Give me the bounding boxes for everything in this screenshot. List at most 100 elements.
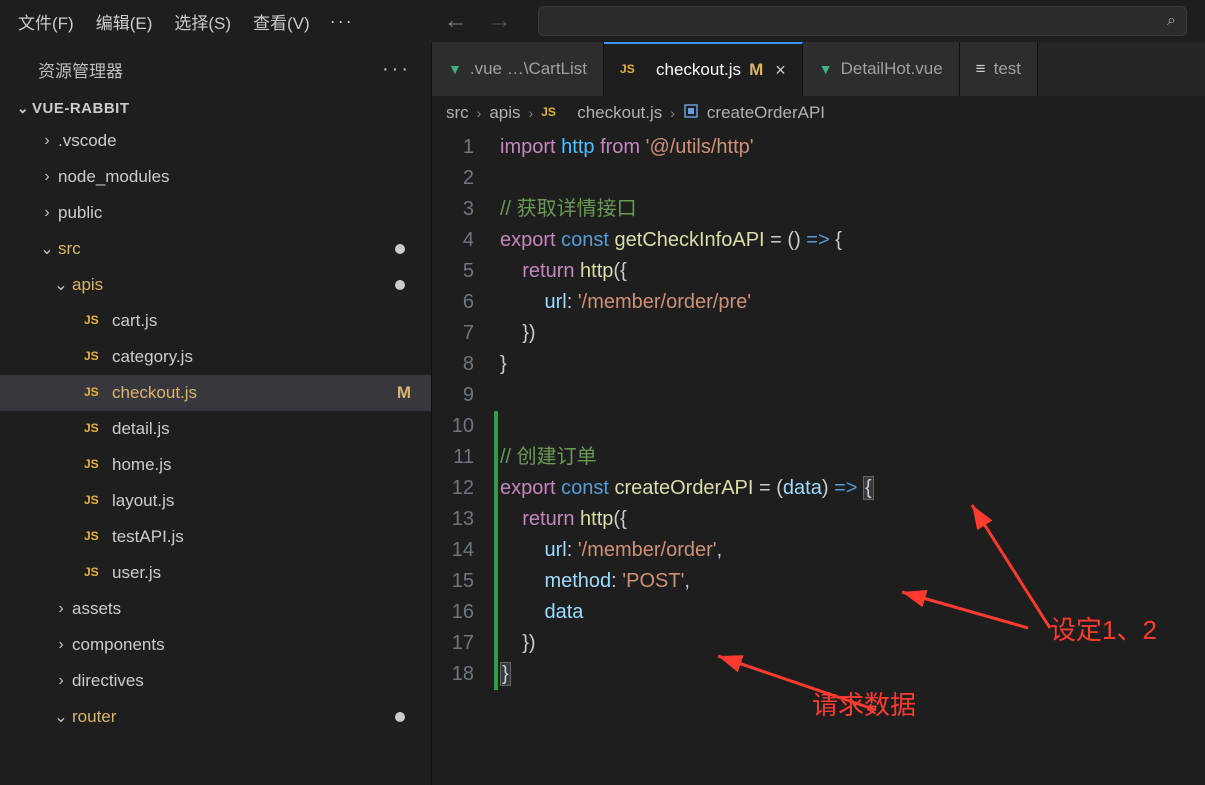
search-bar[interactable]: ⌕ — [538, 6, 1187, 36]
breadcrumb-part: apis — [489, 103, 520, 123]
file-item[interactable]: JS cart.js — [0, 303, 431, 339]
file-item[interactable]: JS category.js — [0, 339, 431, 375]
symbol-function-icon — [683, 103, 699, 124]
vue-file-icon: ▼ — [819, 61, 833, 77]
folder-item[interactable]: ›assets — [0, 591, 431, 627]
folder-label: components — [72, 635, 165, 655]
list-icon: ≡ — [976, 59, 986, 79]
folder-label: .vscode — [58, 131, 117, 151]
folder-label: assets — [72, 599, 121, 619]
editor-area: ▼ .vue …\CartList JS checkout.js M × ▼ Detail… — [432, 42, 1205, 785]
menu-view[interactable]: 查看(V) — [243, 5, 320, 38]
chevron-icon: › — [36, 204, 58, 222]
editor-tab[interactable]: JS checkout.js M × — [604, 42, 803, 96]
folder-label: apis — [72, 275, 103, 295]
sidebar-actions-icon[interactable]: ··· — [382, 58, 411, 81]
nav-back-icon[interactable]: ← — [444, 7, 468, 35]
js-file-icon: JS — [84, 385, 106, 401]
project-name: VUE-RABBIT — [32, 100, 130, 117]
file-label: user.js — [112, 563, 161, 583]
chevron-right-icon: › — [670, 105, 675, 121]
breadcrumb[interactable]: src › apis › JS checkout.js › createOrde… — [432, 96, 1205, 130]
file-item[interactable]: JS testAPI.js — [0, 519, 431, 555]
folder-label: src — [58, 239, 81, 259]
folder-item[interactable]: ›directives — [0, 663, 431, 699]
vue-file-icon: ▼ — [448, 61, 462, 77]
folder-item[interactable]: ›.vscode — [0, 123, 431, 159]
file-item[interactable]: JS user.js — [0, 555, 431, 591]
file-label: cart.js — [112, 311, 157, 331]
folder-item[interactable]: ⌄apis — [0, 267, 431, 303]
nav-forward-icon[interactable]: → — [488, 7, 512, 35]
folder-label: directives — [72, 671, 144, 691]
editor-tab[interactable]: ≡ test — [960, 42, 1038, 96]
js-file-icon: JS — [84, 349, 106, 365]
file-item[interactable]: JS home.js — [0, 447, 431, 483]
sidebar-title: 资源管理器 — [38, 57, 123, 82]
file-label: checkout.js — [112, 383, 197, 403]
breadcrumb-symbol: createOrderAPI — [707, 103, 825, 123]
menu-more[interactable]: ··· — [322, 7, 362, 36]
editor-tab[interactable]: ▼ .vue …\CartList — [432, 42, 604, 96]
code-editor[interactable]: 123456789101112131415161718 import http … — [432, 130, 1205, 785]
modified-badge: M — [397, 383, 411, 403]
folder-item[interactable]: ›components — [0, 627, 431, 663]
folder-item[interactable]: ›public — [0, 195, 431, 231]
chevron-icon: ⌄ — [36, 239, 58, 259]
chevron-icon: › — [36, 132, 58, 150]
folder-item[interactable]: ⌄src — [0, 231, 431, 267]
menubar: 文件(F) 编辑(E) 选择(S) 查看(V) ··· ← → ⌕ — [0, 0, 1205, 42]
file-label: detail.js — [112, 419, 170, 439]
tab-label: test — [994, 59, 1021, 79]
chevron-icon: › — [36, 168, 58, 186]
folder-label: node_modules — [58, 167, 170, 187]
file-label: layout.js — [112, 491, 174, 511]
file-label: testAPI.js — [112, 527, 184, 547]
editor-tab[interactable]: ▼ DetailHot.vue — [803, 42, 960, 96]
folder-label: public — [58, 203, 102, 223]
chevron-icon: › — [50, 636, 72, 654]
chevron-down-icon: ⌄ — [14, 100, 32, 117]
modified-dot-icon — [395, 280, 405, 290]
folder-label: router — [72, 707, 116, 727]
close-icon[interactable]: × — [775, 60, 786, 81]
menu-file[interactable]: 文件(F) — [8, 5, 84, 38]
js-file-icon: JS — [84, 457, 106, 473]
file-label: category.js — [112, 347, 193, 367]
modified-dot-icon — [395, 712, 405, 722]
file-item[interactable]: JS checkout.js M — [0, 375, 431, 411]
js-file-icon: JS — [84, 565, 106, 581]
folder-item[interactable]: ⌄router — [0, 699, 431, 735]
js-file-icon: JS — [84, 421, 106, 437]
code-lines: import http from '@/utils/http' // 获取详情接… — [492, 130, 1205, 785]
chevron-icon: › — [50, 600, 72, 618]
modified-badge: M — [749, 60, 763, 80]
js-file-icon: JS — [541, 105, 563, 121]
modified-dot-icon — [395, 244, 405, 254]
js-file-icon: JS — [84, 529, 106, 545]
tabbar: ▼ .vue …\CartList JS checkout.js M × ▼ Detail… — [432, 42, 1205, 96]
tab-label: checkout.js — [656, 60, 741, 80]
annotation-2: 请求数据 — [812, 690, 916, 721]
file-tree: ›.vscode›node_modules›public⌄src⌄apisJSc… — [0, 121, 431, 735]
js-file-icon: JS — [84, 313, 106, 329]
chevron-icon: › — [50, 672, 72, 690]
tab-label: DetailHot.vue — [841, 59, 943, 79]
file-item[interactable]: JSlayout.js — [0, 483, 431, 519]
breadcrumb-part: src — [446, 103, 469, 123]
sidebar-project-header[interactable]: ⌄ VUE-RABBIT — [0, 96, 431, 121]
tab-label: .vue …\CartList — [470, 59, 587, 79]
file-item[interactable]: JS detail.js — [0, 411, 431, 447]
js-file-icon: JS — [620, 62, 642, 78]
file-label: home.js — [112, 455, 172, 475]
search-icon: ⌕ — [1167, 12, 1176, 30]
folder-item[interactable]: ›node_modules — [0, 159, 431, 195]
chevron-right-icon: › — [477, 105, 482, 121]
line-gutter: 123456789101112131415161718 — [432, 130, 492, 785]
sidebar: 资源管理器 ··· ⌄ VUE-RABBIT ›.vscode›node_mod… — [0, 42, 432, 785]
breadcrumb-file: checkout.js — [577, 103, 662, 123]
chevron-right-icon: › — [529, 105, 534, 121]
menu-select[interactable]: 选择(S) — [164, 5, 241, 38]
chevron-icon: ⌄ — [50, 707, 72, 727]
menu-edit[interactable]: 编辑(E) — [86, 5, 163, 38]
